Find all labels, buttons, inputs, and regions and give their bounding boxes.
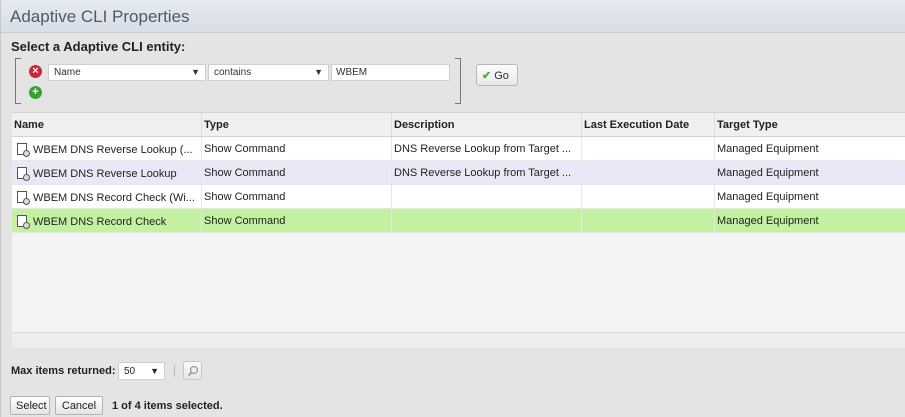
add-filter-icon[interactable]: + [29, 86, 42, 99]
dropdown-arrow-icon: ▼ [314, 67, 323, 77]
grid-header: Name Type Description Last Execution Dat… [12, 113, 905, 137]
filter-panel: × + Name ▼ contains ▼ [15, 58, 465, 104]
row-name-cell: WBEM DNS Record Check [12, 209, 202, 232]
row-description: DNS Reverse Lookup from Target ... [392, 161, 582, 184]
command-document-icon [17, 215, 30, 229]
column-header-type[interactable]: Type [202, 113, 392, 136]
table-row[interactable]: WBEM DNS Reverse Lookup (... Show Comman… [12, 137, 905, 161]
table-row-selected[interactable]: WBEM DNS Record Check Show Command Manag… [12, 209, 905, 233]
command-document-icon [17, 191, 30, 205]
row-type: Show Command [202, 161, 392, 184]
row-target-type: Managed Equipment [717, 167, 819, 179]
row-type: Show Command [202, 137, 392, 160]
cancel-button[interactable]: Cancel [55, 396, 103, 415]
grid-horizontal-scrollbar[interactable] [12, 332, 905, 348]
table-row[interactable]: WBEM DNS Record Check (Wi... Show Comman… [12, 185, 905, 209]
adaptive-cli-dialog: Adaptive CLI Properties Select a Adaptiv… [0, 0, 905, 417]
column-header-target-type[interactable]: Target Type [715, 113, 905, 136]
filter-bracket-right [455, 58, 461, 104]
table-row[interactable]: WBEM DNS Reverse Lookup Show Command DNS… [12, 161, 905, 185]
filter-operator-value: contains [214, 67, 252, 78]
selector-heading: Select a Adaptive CLI entity: [11, 39, 186, 54]
filter-bracket-left [15, 58, 21, 104]
row-name: WBEM DNS Reverse Lookup (... [33, 144, 193, 156]
row-last-execution [582, 185, 715, 208]
column-header-description[interactable]: Description [392, 113, 582, 136]
row-name-cell: WBEM DNS Reverse Lookup [12, 161, 202, 184]
select-button[interactable]: Select [10, 396, 50, 415]
row-name: WBEM DNS Record Check (Wi... [33, 192, 195, 204]
checkmark-icon: ✔ [482, 70, 492, 82]
remove-filter-icon[interactable]: × [29, 65, 42, 78]
column-header-last-execution-date[interactable]: Last Execution Date [582, 113, 715, 136]
go-button-label: Go [494, 70, 509, 82]
toolbar-separator [174, 365, 175, 377]
filter-field-select[interactable]: Name ▼ [48, 64, 206, 81]
row-name: WBEM DNS Reverse Lookup [33, 168, 177, 180]
row-last-execution [582, 209, 715, 232]
dropdown-arrow-icon: ▼ [150, 366, 159, 376]
search-button[interactable] [183, 361, 202, 380]
go-button[interactable]: ✔ Go [476, 64, 518, 86]
command-document-icon [17, 143, 30, 157]
search-icon [187, 365, 199, 377]
row-description [392, 185, 582, 208]
results-grid: Name Type Description Last Execution Dat… [12, 112, 905, 347]
max-items-label: Max items returned: [11, 365, 116, 377]
dialog-title: Adaptive CLI Properties [10, 7, 190, 26]
row-target-type: Managed Equipment [717, 191, 819, 203]
filter-field-value: Name [54, 67, 81, 78]
row-last-execution [582, 137, 715, 160]
filter-value-input[interactable] [331, 64, 450, 81]
row-description: DNS Reverse Lookup from Target ... [392, 137, 582, 160]
selection-status: 1 of 4 items selected. [112, 400, 223, 412]
column-header-name[interactable]: Name [12, 113, 202, 136]
command-document-icon [17, 167, 30, 181]
row-type: Show Command [202, 209, 392, 232]
row-name: WBEM DNS Record Check [33, 216, 167, 228]
row-name-cell: WBEM DNS Record Check (Wi... [12, 185, 202, 208]
row-description [392, 209, 582, 232]
max-items-select[interactable]: 50 ▼ [118, 362, 165, 380]
row-last-execution [582, 161, 715, 184]
row-target-type: Managed Equipment [717, 143, 819, 155]
filter-operator-select[interactable]: contains ▼ [208, 64, 329, 81]
title-bar: Adaptive CLI Properties [1, 0, 905, 33]
row-type: Show Command [202, 185, 392, 208]
row-target-type: Managed Equipment [717, 215, 819, 227]
row-name-cell: WBEM DNS Reverse Lookup (... [12, 137, 202, 160]
dropdown-arrow-icon: ▼ [191, 67, 200, 77]
max-items-value: 50 [124, 366, 136, 377]
